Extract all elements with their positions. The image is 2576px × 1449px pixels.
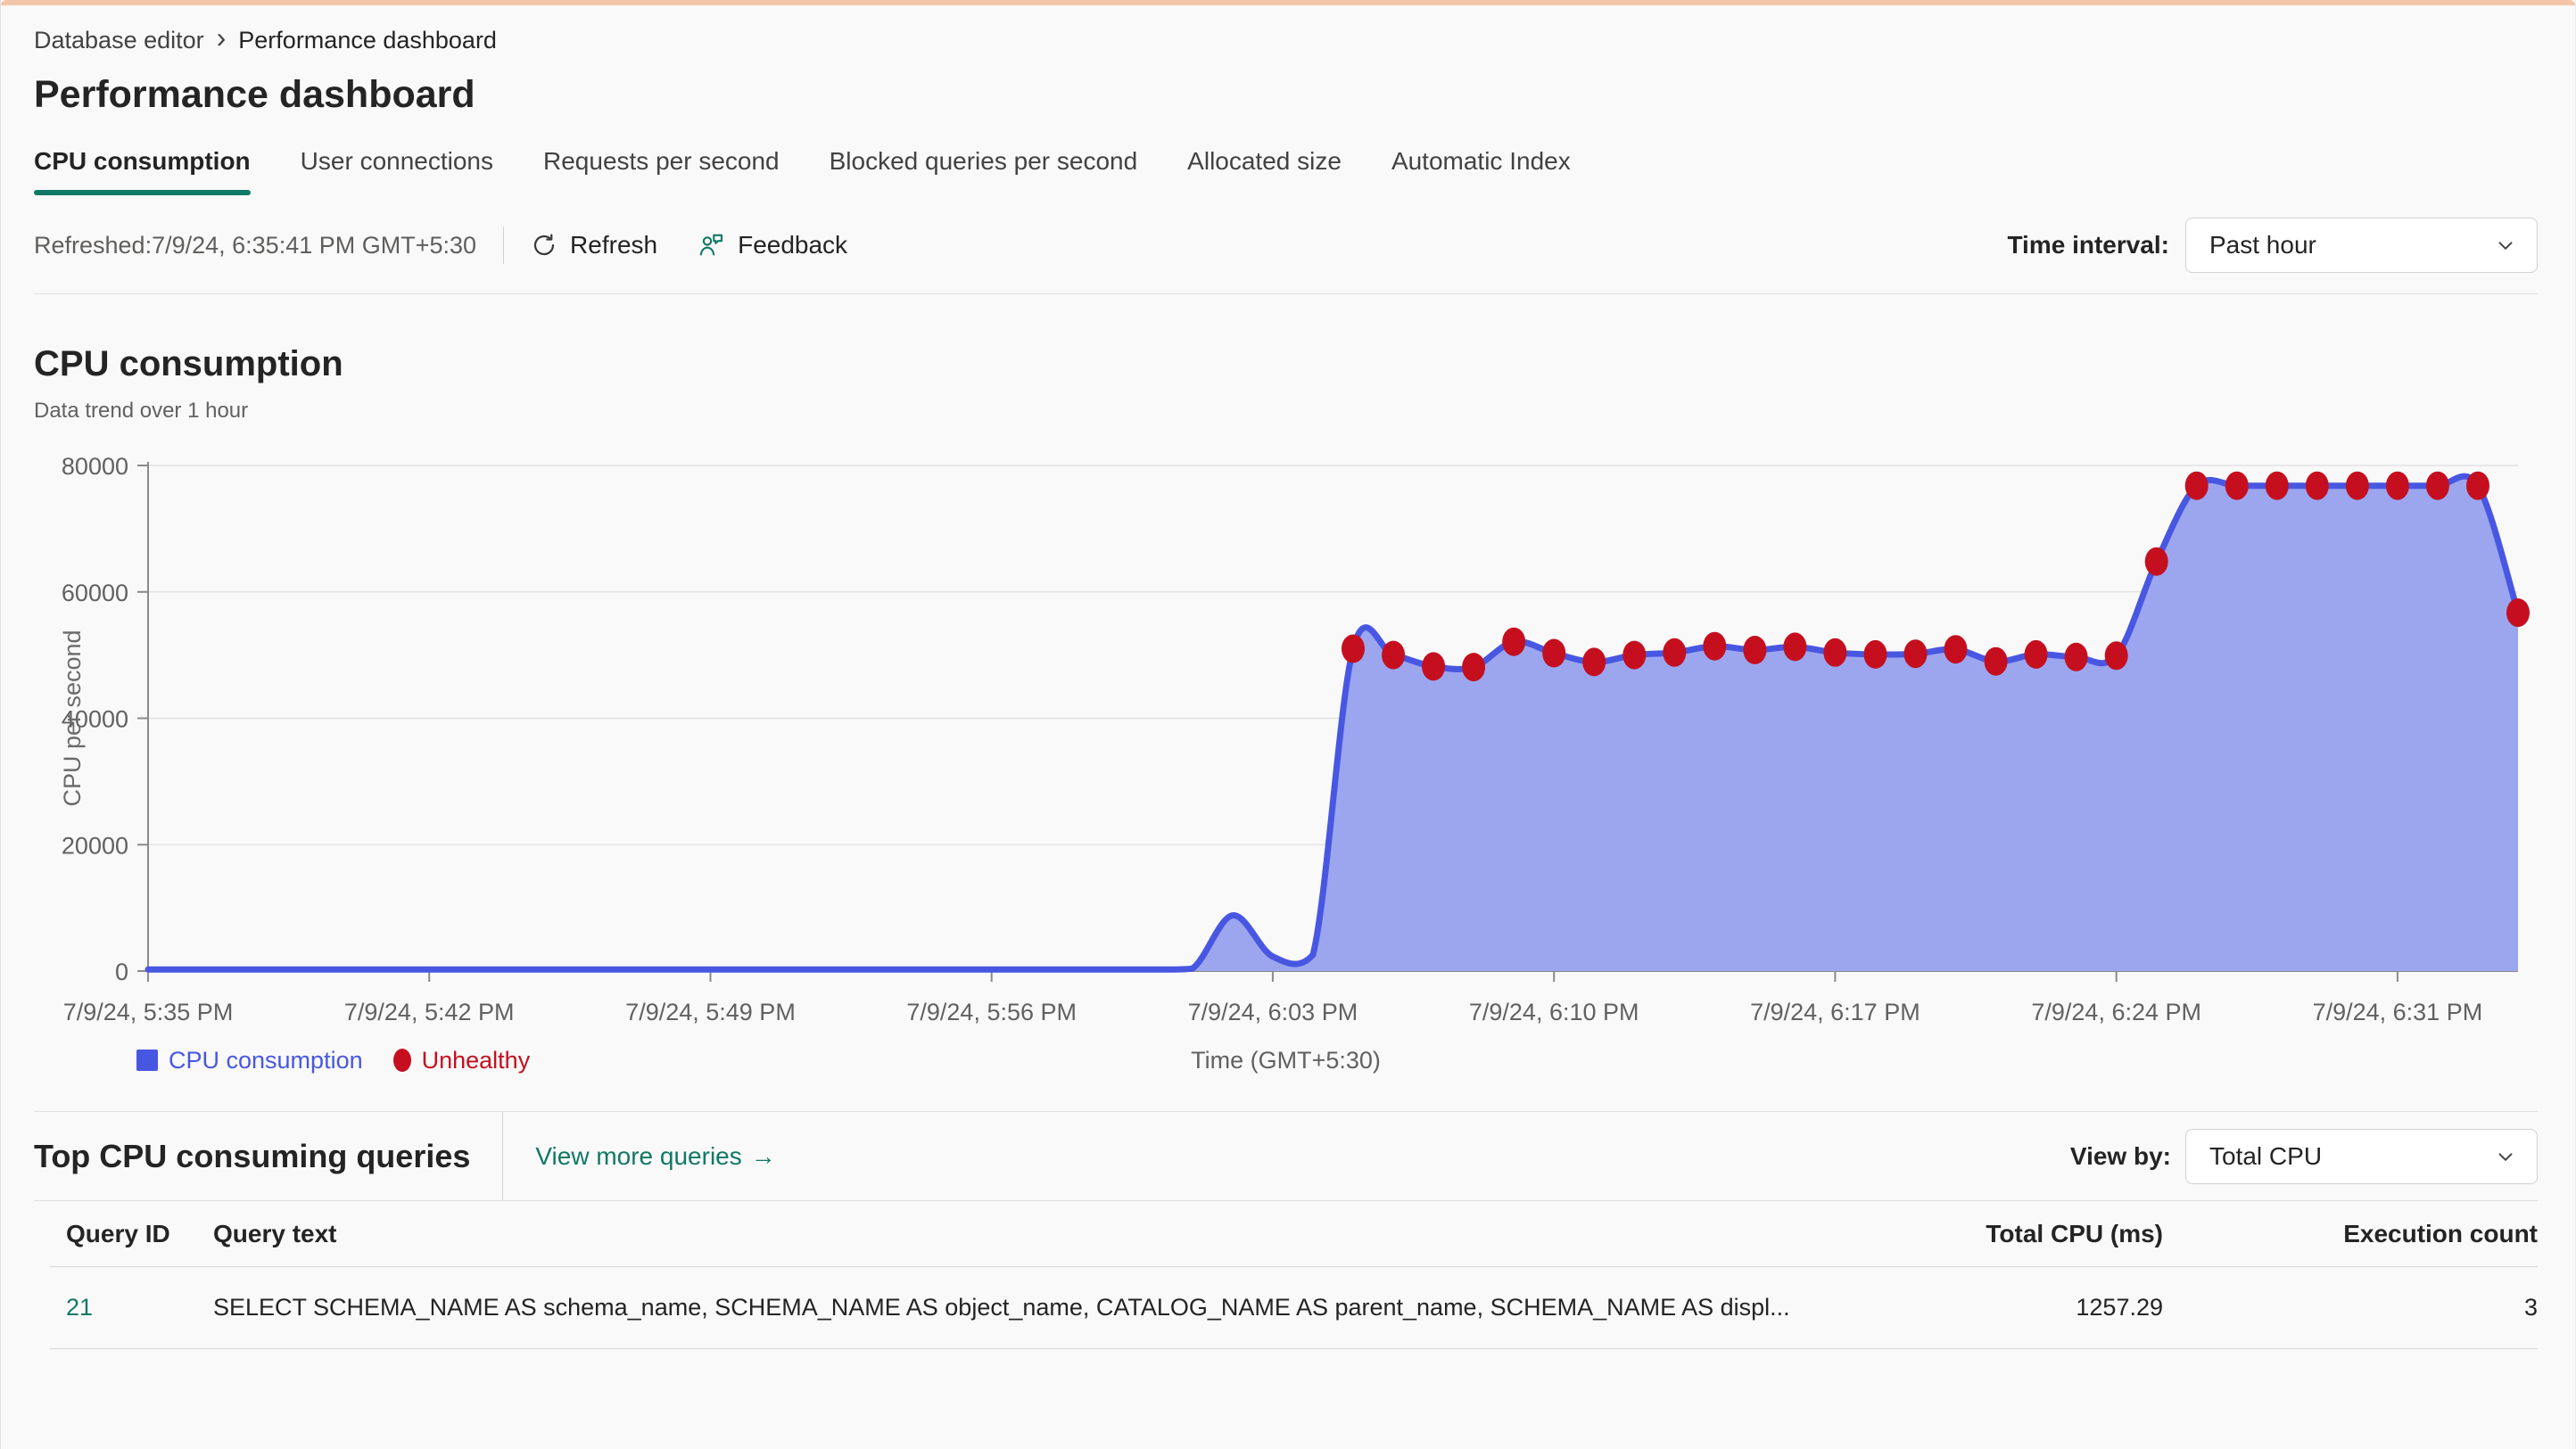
feedback-button[interactable]: Feedback (697, 231, 847, 259)
arrow-right-icon: → (751, 1142, 776, 1171)
feedback-button-label: Feedback (738, 231, 847, 259)
toolbar-separator (34, 293, 2538, 294)
toolbar-divider (503, 226, 504, 264)
time-interval-value: Past hour (2209, 231, 2316, 259)
view-more-queries-label: View more queries (535, 1142, 741, 1171)
svg-text:7/9/24, 5:35 PM: 7/9/24, 5:35 PM (63, 999, 234, 1025)
tab-blocked-queries-per-second[interactable]: Blocked queries per second (830, 147, 1138, 195)
svg-text:7/9/24, 6:10 PM: 7/9/24, 6:10 PM (1469, 999, 1639, 1025)
view-by-label: View by: (2070, 1142, 2171, 1171)
column-header-execution-count[interactable]: Execution count (2163, 1220, 2538, 1248)
time-interval-dropdown[interactable]: Past hour (2185, 218, 2538, 273)
queries-table: Query ID Query text Total CPU (ms) Execu… (34, 1201, 2538, 1349)
column-header-query-text[interactable]: Query text (213, 1220, 1842, 1248)
refresh-button[interactable]: Refresh (531, 231, 657, 259)
refresh-icon (531, 232, 557, 259)
svg-text:7/9/24, 6:24 PM: 7/9/24, 6:24 PM (2031, 999, 2201, 1025)
svg-text:7/9/24, 6:31 PM: 7/9/24, 6:31 PM (2313, 999, 2483, 1025)
chart-section-title: CPU consumption (34, 344, 2538, 384)
tab-label: Requests per second (543, 147, 780, 175)
query-table-row[interactable]: 21SELECT SCHEMA_NAME AS schema_name, SCH… (50, 1267, 2538, 1349)
cpu-consumption-chart: 0200004000060000800007/9/24, 5:35 PM7/9/… (34, 454, 2538, 1038)
total-cpu-cell: 1257.29 (1842, 1294, 2163, 1321)
tab-user-connections[interactable]: User connections (301, 147, 493, 195)
tab-label: Automatic Index (1391, 147, 1571, 175)
execution-count-cell: 3 (2163, 1294, 2538, 1321)
active-tab-underline (34, 190, 251, 195)
svg-text:7/9/24, 5:56 PM: 7/9/24, 5:56 PM (906, 999, 1077, 1025)
svg-text:60000: 60000 (62, 580, 128, 606)
svg-text:20000: 20000 (62, 832, 128, 859)
tab-label: CPU consumption (34, 147, 251, 175)
queries-table-header: Query ID Query text Total CPU (ms) Execu… (50, 1201, 2538, 1267)
tab-label: Blocked queries per second (830, 147, 1138, 175)
cpu-chart-svg: 0200004000060000800007/9/24, 5:35 PM7/9/… (34, 454, 2540, 1033)
chevron-down-icon (2494, 1145, 2517, 1168)
svg-text:0: 0 (115, 959, 128, 985)
tab-requests-per-second[interactable]: Requests per second (543, 147, 780, 195)
top-queries-header: Top CPU consuming queries View more quer… (34, 1112, 2538, 1201)
view-more-queries-link[interactable]: View more queries → (535, 1142, 775, 1171)
tab-automatic-index[interactable]: Automatic Index (1391, 147, 1571, 195)
x-axis-title: Time (GMT+5:30) (34, 1047, 2538, 1074)
queries-header-divider (502, 1112, 503, 1200)
queries-table-body: 21SELECT SCHEMA_NAME AS schema_name, SCH… (50, 1267, 2538, 1349)
page-content: Database editor › Performance dashboard … (1, 5, 2575, 1349)
svg-text:CPU per second: CPU per second (59, 630, 86, 806)
svg-text:7/9/24, 6:03 PM: 7/9/24, 6:03 PM (1188, 999, 1358, 1025)
chevron-down-icon (2494, 234, 2517, 257)
column-header-total-cpu[interactable]: Total CPU (ms) (1842, 1220, 2163, 1248)
column-header-query-id[interactable]: Query ID (66, 1220, 213, 1248)
view-by-value: Total CPU (2209, 1142, 2322, 1171)
breadcrumb-item-database-editor[interactable]: Database editor (34, 27, 204, 54)
breadcrumb-item-performance-dashboard: Performance dashboard (238, 27, 497, 54)
refresh-button-label: Refresh (570, 231, 657, 259)
refreshed-timestamp: Refreshed:7/9/24, 6:35:41 PM GMT+5:30 (34, 232, 476, 259)
tab-label: Allocated size (1187, 147, 1342, 175)
view-by-dropdown[interactable]: Total CPU (2185, 1129, 2538, 1184)
query-text-cell: SELECT SCHEMA_NAME AS schema_name, SCHEM… (213, 1294, 1842, 1321)
tab-bar: CPU consumption User connections Requests … (34, 147, 2538, 195)
svg-text:7/9/24, 5:42 PM: 7/9/24, 5:42 PM (344, 999, 515, 1025)
feedback-icon (697, 231, 725, 259)
tab-allocated-size[interactable]: Allocated size (1187, 147, 1342, 195)
breadcrumb: Database editor › Performance dashboard (34, 23, 2538, 57)
chart-legend-row: Time (GMT+5:30) CPU consumptionUnhealthy (34, 1040, 2538, 1081)
svg-text:7/9/24, 6:17 PM: 7/9/24, 6:17 PM (1750, 999, 1920, 1025)
toolbar: Refreshed:7/9/24, 6:35:41 PM GMT+5:30 Re… (34, 217, 2538, 274)
page-title: Performance dashboard (34, 73, 2538, 117)
time-interval-label: Time interval: (2007, 231, 2169, 259)
top-queries-section: Top CPU consuming queries View more quer… (34, 1111, 2538, 1349)
query-id-link[interactable]: 21 (66, 1294, 213, 1321)
tab-cpu-consumption[interactable]: CPU consumption (34, 147, 251, 195)
chart-section-subtitle: Data trend over 1 hour (34, 399, 2538, 424)
top-queries-title: Top CPU consuming queries (34, 1138, 470, 1175)
tab-label: User connections (301, 147, 493, 175)
chevron-right-icon: › (217, 23, 227, 57)
svg-text:80000: 80000 (62, 454, 128, 480)
svg-text:7/9/24, 5:49 PM: 7/9/24, 5:49 PM (625, 999, 796, 1025)
